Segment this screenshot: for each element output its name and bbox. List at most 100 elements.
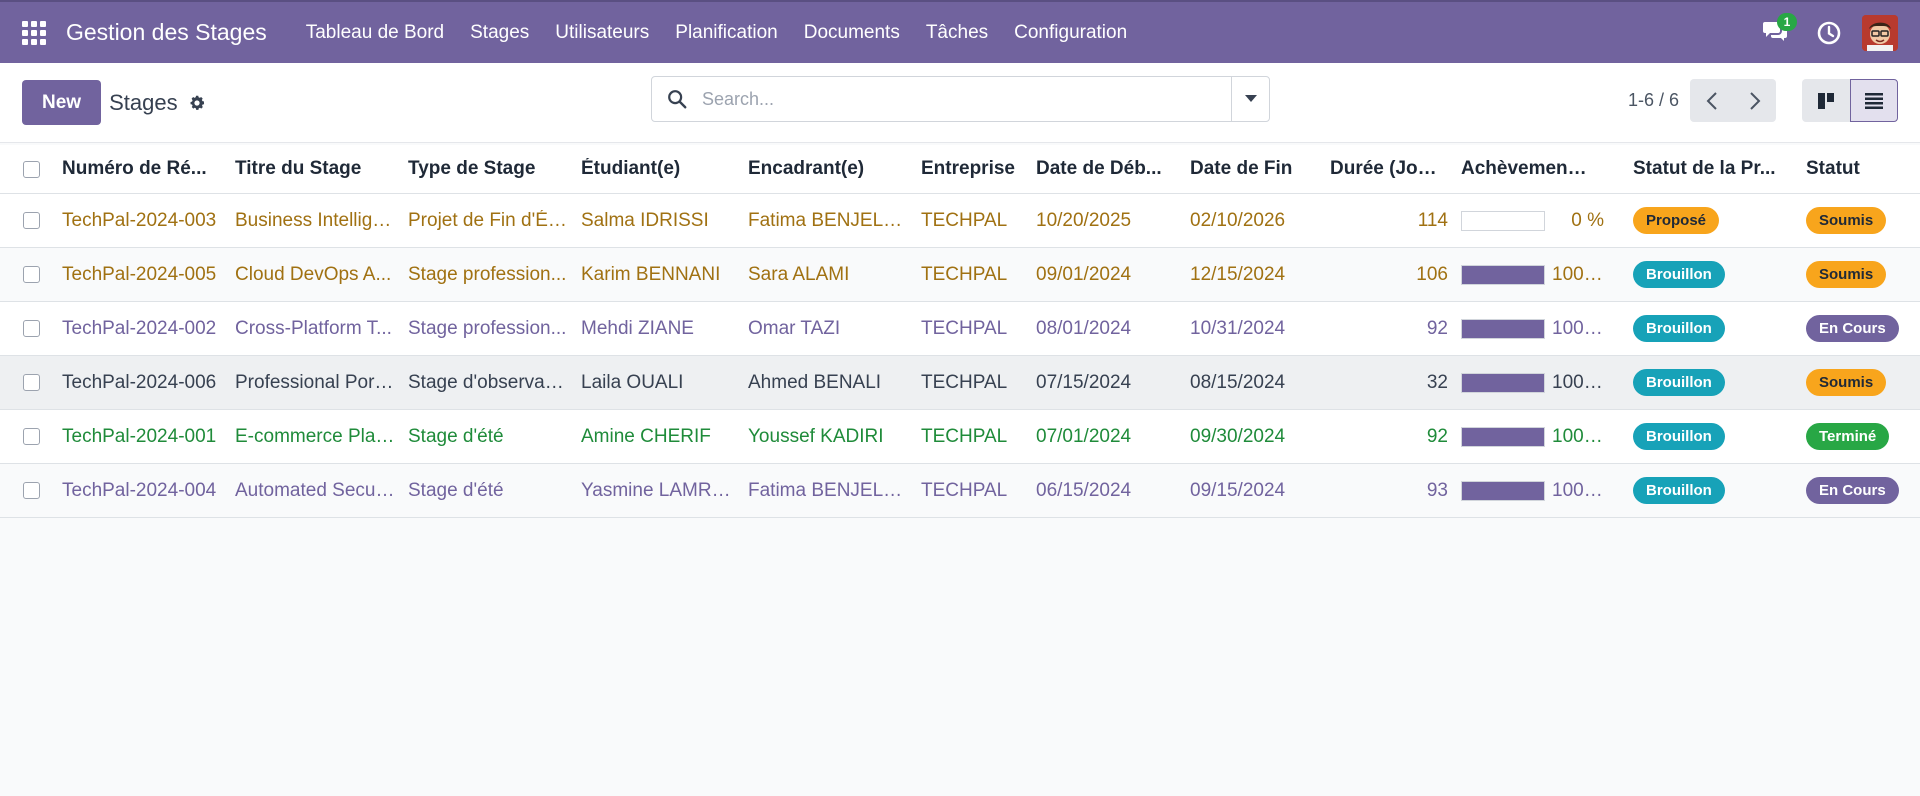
cell-reference: TechPal-2024-004 <box>62 479 217 501</box>
menu-item-configuration[interactable]: Configuration <box>1001 22 1140 44</box>
cell-supervisor: Omar TAZI <box>748 317 841 339</box>
table-row[interactable]: TechPal-2024-006 Professional Portf... Sta… <box>0 356 1920 410</box>
achievement-progress-bar <box>1461 372 1545 393</box>
column-header-supervisor[interactable]: Encadrant(e) <box>748 158 908 180</box>
status-cell: Terminé <box>1806 423 1920 450</box>
table-row[interactable]: TechPal-2024-005 Cloud DevOps A... Stage p… <box>0 248 1920 302</box>
proposal-status-cell: Brouillon <box>1633 423 1793 450</box>
menu-item-utilisateurs[interactable]: Utilisateurs <box>542 22 662 44</box>
messages-count-badge: 1 <box>1777 12 1797 31</box>
cell-title: Cross-Platform T... <box>235 317 392 339</box>
table-row[interactable]: TechPal-2024-004 Automated Secur... Stage … <box>0 464 1920 518</box>
cell-title: Cloud DevOps A... <box>235 263 392 285</box>
gear-icon[interactable] <box>188 94 206 112</box>
achievement-progress-bar <box>1461 264 1545 285</box>
cell-end-date: 09/15/2024 <box>1190 479 1286 501</box>
pager-value[interactable]: 1-6 / 6 <box>1628 90 1679 111</box>
column-header-title[interactable]: Titre du Stage <box>235 158 395 180</box>
proposal-status-badge: Brouillon <box>1633 477 1725 504</box>
chevron-left-icon <box>1706 91 1717 110</box>
cell-company: TECHPAL <box>921 209 1008 231</box>
achievement-progress-bar <box>1461 426 1545 447</box>
cell-end-date: 09/30/2024 <box>1190 425 1286 447</box>
achievement-progress-fill <box>1462 481 1544 500</box>
cell-start-date: 08/01/2024 <box>1036 317 1132 339</box>
achievement-progress-bar <box>1461 318 1545 339</box>
column-header-reference[interactable]: Numéro de Ré... <box>62 158 222 180</box>
column-header-achievement[interactable]: Achèvement % <box>1461 158 1587 180</box>
column-header-duration[interactable]: Durée (Jours) <box>1330 158 1448 180</box>
app-brand[interactable]: Gestion des Stages <box>66 19 267 46</box>
menu-item-taches[interactable]: Tâches <box>913 22 1001 44</box>
proposal-status-badge: Brouillon <box>1633 315 1725 342</box>
status-cell: Soumis <box>1806 261 1920 288</box>
column-header-type[interactable]: Type de Stage <box>408 158 568 180</box>
menu-item-documents[interactable]: Documents <box>791 22 913 44</box>
cell-duration: 114 <box>1417 209 1448 231</box>
kanban-view-button[interactable] <box>1802 79 1850 122</box>
table-row[interactable]: TechPal-2024-001 E-commerce Plat... Stage … <box>0 410 1920 464</box>
table-row[interactable]: TechPal-2024-002 Cross-Platform T... Stage… <box>0 302 1920 356</box>
cell-student: Amine CHERIF <box>581 425 711 447</box>
cell-reference: TechPal-2024-005 <box>62 263 217 285</box>
pager-previous-button[interactable] <box>1690 79 1734 122</box>
pager-next-button[interactable] <box>1733 79 1777 122</box>
select-all-checkbox[interactable] <box>23 160 40 178</box>
column-header-proposal-status[interactable]: Statut de la Pr... <box>1633 158 1793 180</box>
status-badge: Soumis <box>1806 369 1887 396</box>
messages-button[interactable]: 1 <box>1762 12 1797 47</box>
cell-company: TECHPAL <box>921 263 1008 285</box>
achievement-progress-bar <box>1461 210 1545 231</box>
cell-achievement: 100 % <box>1552 317 1604 339</box>
table-row[interactable]: TechPal-2024-003 Business Intellige... Pro… <box>0 194 1920 248</box>
search-options-toggle[interactable] <box>1231 77 1269 121</box>
cell-type: Stage d'observati... <box>408 371 568 393</box>
top-navbar: Gestion des Stages Tableau de Bord Stage… <box>0 0 1920 63</box>
app-menu-icon[interactable] <box>20 19 48 47</box>
proposal-status-cell: Brouillon <box>1633 477 1793 504</box>
row-checkbox[interactable] <box>23 374 40 391</box>
cell-start-date: 09/01/2024 <box>1036 263 1132 285</box>
status-cell: En Cours <box>1806 477 1920 504</box>
cell-type: Stage profession... <box>408 263 567 285</box>
search-bar <box>651 76 1270 122</box>
cell-duration: 93 <box>1426 479 1448 501</box>
list-view-button[interactable] <box>1850 79 1898 122</box>
row-checkbox[interactable] <box>23 266 40 283</box>
caret-down-icon <box>1244 95 1257 102</box>
cell-supervisor: Fatima BENJELLO... <box>748 209 908 231</box>
column-header-company[interactable]: Entreprise <box>921 158 1031 180</box>
cell-reference: TechPal-2024-001 <box>62 425 217 447</box>
cell-end-date: 10/31/2024 <box>1190 317 1286 339</box>
cell-company: TECHPAL <box>921 371 1008 393</box>
cell-achievement: 100 % <box>1552 425 1604 447</box>
cell-supervisor: Sara ALAMI <box>748 263 850 285</box>
cell-title: E-commerce Plat... <box>235 425 395 447</box>
cell-duration: 106 <box>1416 263 1448 285</box>
cell-title: Business Intellige... <box>235 209 395 231</box>
new-button[interactable]: New <box>22 80 102 125</box>
row-checkbox[interactable] <box>23 320 40 337</box>
row-checkbox[interactable] <box>23 212 40 229</box>
control-panel: New Stages 1-6 / 6 <box>0 63 1920 143</box>
column-header-end-date[interactable]: Date de Fin <box>1190 158 1330 180</box>
cell-title: Professional Portf... <box>235 371 395 393</box>
cell-type: Stage d'été <box>408 479 504 501</box>
status-badge: Terminé <box>1806 423 1890 450</box>
column-header-start-date[interactable]: Date de Déb... <box>1036 158 1176 180</box>
activities-button[interactable] <box>1816 20 1842 46</box>
user-avatar[interactable] <box>1862 14 1898 51</box>
achievement-progress-fill <box>1462 319 1544 338</box>
cell-start-date: 10/20/2025 <box>1036 209 1132 231</box>
menu-item-planification[interactable]: Planification <box>662 22 790 44</box>
menu-item-tableau-de-bord[interactable]: Tableau de Bord <box>293 22 457 44</box>
cell-supervisor: Fatima BENJELLO... <box>748 479 908 501</box>
cell-start-date: 07/01/2024 <box>1036 425 1132 447</box>
row-checkbox[interactable] <box>23 428 40 445</box>
menu-item-stages[interactable]: Stages <box>457 22 542 44</box>
search-input[interactable] <box>702 88 1231 110</box>
row-checkbox[interactable] <box>23 482 40 499</box>
column-header-student[interactable]: Étudiant(e) <box>581 158 741 180</box>
cell-student: Laila OUALI <box>581 371 684 393</box>
column-header-status[interactable]: Statut <box>1806 158 1920 180</box>
